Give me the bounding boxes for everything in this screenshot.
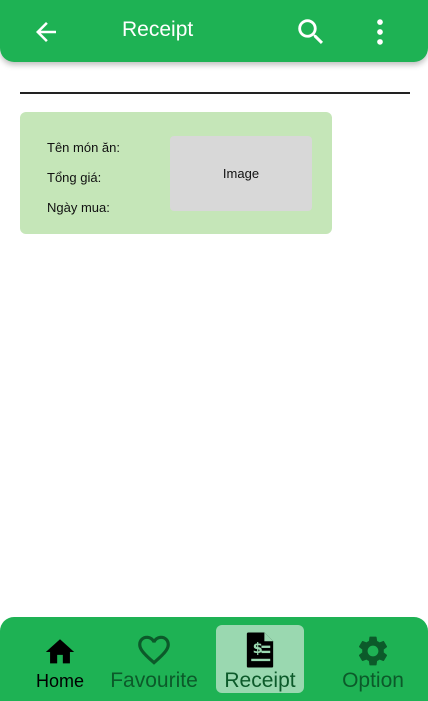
more-vert-icon bbox=[377, 19, 383, 45]
nav-label-receipt: Receipt bbox=[224, 669, 296, 692]
more-options-button[interactable] bbox=[360, 12, 400, 52]
arrow-left-icon bbox=[36, 22, 56, 42]
nav-label-favourite: Favourite bbox=[110, 669, 198, 692]
receipt-image-placeholder: Image bbox=[170, 136, 312, 211]
nav-item-receipt[interactable]: $ Receipt bbox=[216, 617, 304, 701]
dish-name-label: Tên món ăn: bbox=[47, 140, 120, 155]
image-placeholder-text: Image bbox=[222, 166, 260, 181]
heart-icon bbox=[138, 635, 170, 665]
svg-text:$: $ bbox=[253, 640, 263, 657]
purchase-date-label: Ngày mua: bbox=[47, 200, 110, 215]
home-icon bbox=[45, 639, 75, 664]
search-button[interactable] bbox=[291, 12, 331, 52]
back-button[interactable] bbox=[26, 12, 66, 52]
page-title: Receipt bbox=[122, 18, 194, 41]
receipt-card[interactable]: Tên món ăn: Tổng giá: Ngày mua: Image bbox=[20, 112, 332, 234]
nav-item-favourite[interactable]: Favourite bbox=[104, 617, 204, 701]
app-bar: Receipt bbox=[0, 0, 428, 62]
nav-item-home[interactable]: Home bbox=[22, 617, 98, 701]
search-icon bbox=[298, 19, 324, 45]
nav-label-option: Option bbox=[342, 669, 404, 692]
nav-item-option[interactable]: Option bbox=[330, 617, 416, 701]
bottom-navigation: Home Favourite $ Receipt Option bbox=[0, 617, 428, 701]
divider-line bbox=[20, 92, 410, 94]
nav-label-home: Home bbox=[35, 671, 84, 691]
gear-icon bbox=[358, 636, 388, 666]
total-price-label: Tổng giá: bbox=[47, 170, 102, 185]
receipt-icon: $ bbox=[246, 632, 274, 668]
